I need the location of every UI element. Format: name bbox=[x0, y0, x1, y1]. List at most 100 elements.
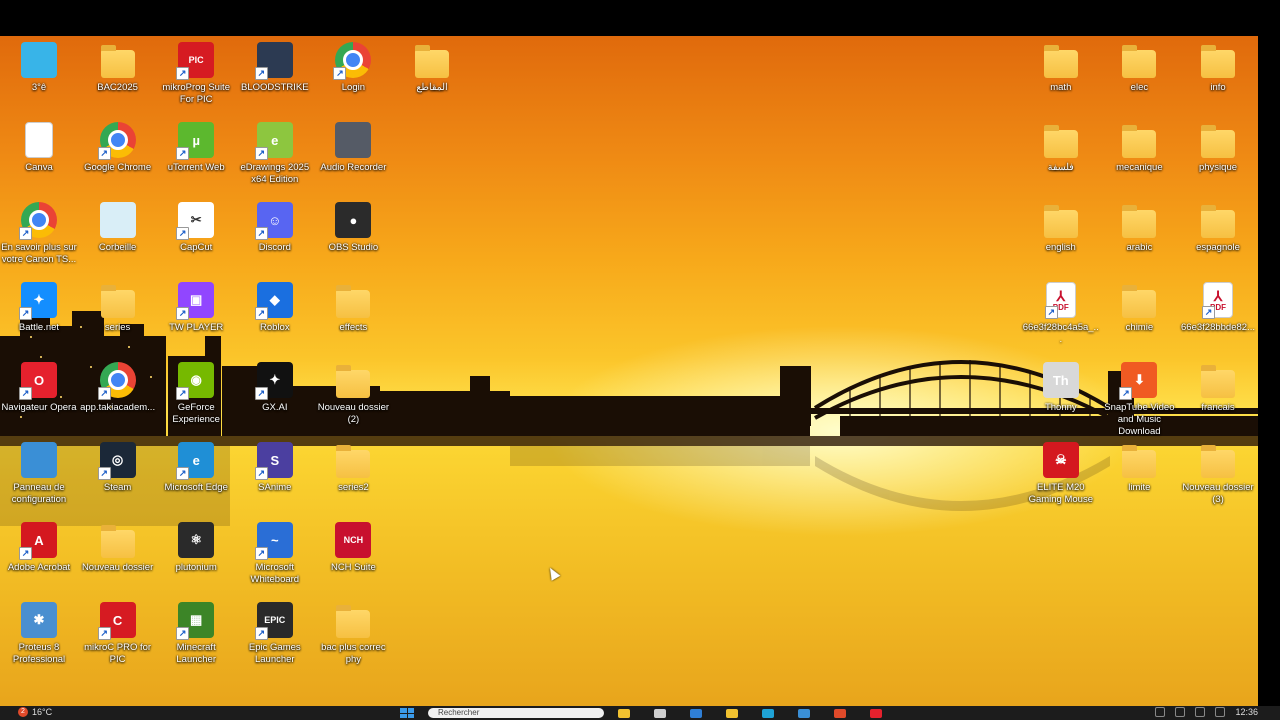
desktop-icon[interactable]: e Microsoft Edge bbox=[156, 436, 236, 494]
desktop-icon-label: english bbox=[1045, 242, 1076, 253]
desktop-icon[interactable]: physique bbox=[1178, 116, 1258, 174]
desktop-icon[interactable]: ~Microsoft Whiteboard bbox=[235, 516, 315, 586]
desktop-icon[interactable]: Nouveau dossier (3) bbox=[1178, 436, 1258, 506]
desktop-icon[interactable]: ▣ TW PLAYER bbox=[156, 276, 236, 334]
pdf-icon: ⅄ PDF bbox=[1202, 282, 1233, 319]
desktop-icon[interactable]: µ uTorrent Web bbox=[156, 116, 236, 174]
desktop-icon[interactable]: Nouveau dossier (2) bbox=[313, 356, 393, 426]
desktop-icon-label: TW PLAYER bbox=[169, 322, 224, 333]
desktop-icon-label: elec bbox=[1130, 82, 1149, 93]
vscode-icon[interactable] bbox=[690, 708, 702, 718]
taskbar-clock[interactable]: 12:36 bbox=[1235, 707, 1258, 717]
nch-icon: NCH bbox=[335, 522, 372, 558]
volume-icon[interactable] bbox=[1195, 707, 1206, 717]
desktop-icon[interactable]: english bbox=[1021, 196, 1101, 254]
desktop-icon[interactable]: series2 bbox=[313, 436, 393, 494]
desktop-icon[interactable]: ☺ Discord bbox=[235, 196, 315, 254]
edge-icon[interactable] bbox=[762, 708, 774, 718]
skull-icon: ☠ bbox=[1042, 442, 1079, 478]
desktop-icon[interactable]: NCH NCH Suite bbox=[313, 516, 393, 574]
desktop-icon[interactable]: PICmikroProg Suite For PIC bbox=[156, 36, 236, 106]
right-letterbox bbox=[1258, 36, 1280, 706]
desktop-icon[interactable]: espagnole bbox=[1178, 196, 1258, 254]
desktop-icon[interactable]: Panneau de configuration bbox=[0, 436, 79, 506]
epic-games-icon: EPIC bbox=[254, 602, 293, 640]
desktop-icon[interactable]: ⅄PDF 66e3f28bc4a5a_... bbox=[1021, 276, 1101, 346]
desktop-icon-label: Minecraft Launcher bbox=[176, 642, 216, 665]
desktop-icon[interactable]: ◉GeForce Experience bbox=[156, 356, 236, 426]
desktop-icon[interactable]: ⅄PDF 66e3f28bbde82... bbox=[1178, 276, 1258, 334]
desktop-icon-label: chimie bbox=[1125, 322, 1154, 333]
desktop-icon[interactable]: series bbox=[78, 276, 158, 334]
desktop-icon[interactable]: francais bbox=[1178, 356, 1258, 414]
desktop-icon-label: فلسفة bbox=[1047, 162, 1074, 173]
start-button[interactable] bbox=[400, 708, 414, 718]
desktop-icon[interactable]: eeDrawings 2025 x64 Edition bbox=[235, 116, 315, 186]
chrome-icon bbox=[97, 362, 136, 400]
desktop-icon[interactable]: O Navigateur Opera bbox=[0, 356, 79, 414]
desktop-icon[interactable]: info bbox=[1178, 36, 1258, 94]
desktop-icon[interactable]: 3°ê bbox=[0, 36, 79, 94]
weather-widget[interactable]: 2 16°C bbox=[18, 707, 52, 717]
desktop-icon-label: ELITE M20 Gaming Mouse bbox=[1028, 482, 1093, 505]
taskbar-search-input[interactable]: Rechercher bbox=[428, 708, 604, 718]
desktop-icon[interactable]: ✱ Proteus 8 Professional bbox=[0, 596, 79, 666]
desktop-icon[interactable]: limite bbox=[1099, 436, 1179, 494]
task-view-icon[interactable] bbox=[654, 708, 666, 718]
gxai-icon: ✦ bbox=[254, 362, 293, 400]
weather-temperature: 16°C bbox=[32, 707, 53, 717]
desktop-icon[interactable]: arabic bbox=[1099, 196, 1179, 254]
desktop-icon[interactable]: BAC2025 bbox=[78, 36, 158, 94]
desktop-icon-label: series bbox=[104, 322, 131, 333]
chrome-icon[interactable] bbox=[834, 708, 846, 718]
desktop-icon[interactable]: EPICEpic Games Launcher bbox=[235, 596, 315, 666]
desktop-icon[interactable]: effects bbox=[313, 276, 393, 334]
desktop-icon[interactable]: Corbeille bbox=[78, 196, 158, 254]
desktop-icon[interactable]: ✦ GX.AI bbox=[235, 356, 315, 414]
desktop-icon[interactable]: Th Thonny bbox=[1021, 356, 1101, 414]
desktop-icon[interactable]: Nouveau dossier bbox=[78, 516, 158, 574]
desktop-icon[interactable]: Google Chrome bbox=[78, 116, 158, 174]
desktop-icon-label: Steam bbox=[103, 482, 132, 493]
desktop-icon[interactable]: En savoir plus sur votre Canon TS... bbox=[0, 196, 79, 266]
desktop-icon-label: physique bbox=[1198, 162, 1238, 173]
desktop-icon[interactable]: A Adobe Acrobat bbox=[0, 516, 79, 574]
desktop-icon[interactable]: elec bbox=[1099, 36, 1179, 94]
desktop[interactable]: 3°ê BAC2025 PICmikroProg Suite For PIC BLOO… bbox=[0, 36, 1258, 706]
file-explorer-icon[interactable] bbox=[618, 708, 630, 718]
desktop-icon-label: Login bbox=[341, 82, 366, 93]
opera-icon[interactable] bbox=[870, 708, 882, 718]
desktop-icon[interactable]: BLOODSTRIKE bbox=[235, 36, 315, 94]
desktop-icon-label: GX.AI bbox=[262, 402, 288, 413]
battery-icon[interactable] bbox=[1215, 707, 1226, 717]
desktop-icon[interactable]: Audio Recorder bbox=[313, 116, 393, 174]
tray-chevron-icon[interactable] bbox=[1155, 707, 1166, 717]
desktop-icon[interactable]: ☠ ELITE M20 Gaming Mouse bbox=[1021, 436, 1101, 506]
desktop-icon[interactable]: app.takiacadem... bbox=[78, 356, 158, 414]
desktop-icon[interactable]: ✂ CapCut bbox=[156, 196, 236, 254]
desktop-icon[interactable]: mecanique bbox=[1099, 116, 1179, 174]
desktop-icon[interactable]: Login bbox=[313, 36, 393, 94]
desktop-icon[interactable]: ⚛ plutonium bbox=[156, 516, 236, 574]
network-icon[interactable] bbox=[1175, 707, 1186, 717]
desktop-icon[interactable]: ✦ Battle.net bbox=[0, 276, 79, 334]
store-icon[interactable] bbox=[798, 708, 810, 718]
folder-icon bbox=[336, 605, 371, 638]
desktop-icon-label: Battle.net bbox=[18, 322, 60, 333]
desktop-icon[interactable]: فلسفة bbox=[1021, 116, 1101, 174]
desktop-icon[interactable]: bac plus correc phy bbox=[313, 596, 393, 666]
desktop-icon[interactable]: المقاطع bbox=[392, 36, 472, 94]
desktop-icon[interactable]: ◎ Steam bbox=[78, 436, 158, 494]
edrawings-icon: e bbox=[254, 122, 293, 160]
folder-icon[interactable] bbox=[726, 708, 738, 718]
desktop-icon[interactable]: math bbox=[1021, 36, 1101, 94]
desktop-icon-label: Thonny bbox=[1044, 402, 1077, 413]
desktop-icon[interactable]: ▦Minecraft Launcher bbox=[156, 596, 236, 666]
desktop-icon[interactable]: ⬇SnapTube Video and Music Download bbox=[1099, 356, 1179, 438]
desktop-icon[interactable]: CmikroC PRO for PIC bbox=[78, 596, 158, 666]
desktop-icon[interactable]: ● OBS Studio bbox=[313, 196, 393, 254]
desktop-icon[interactable]: Canva bbox=[0, 116, 79, 174]
desktop-icon[interactable]: chimie bbox=[1099, 276, 1179, 334]
desktop-icon[interactable]: S SAnime bbox=[235, 436, 315, 494]
desktop-icon[interactable]: ◆ Roblox bbox=[235, 276, 315, 334]
